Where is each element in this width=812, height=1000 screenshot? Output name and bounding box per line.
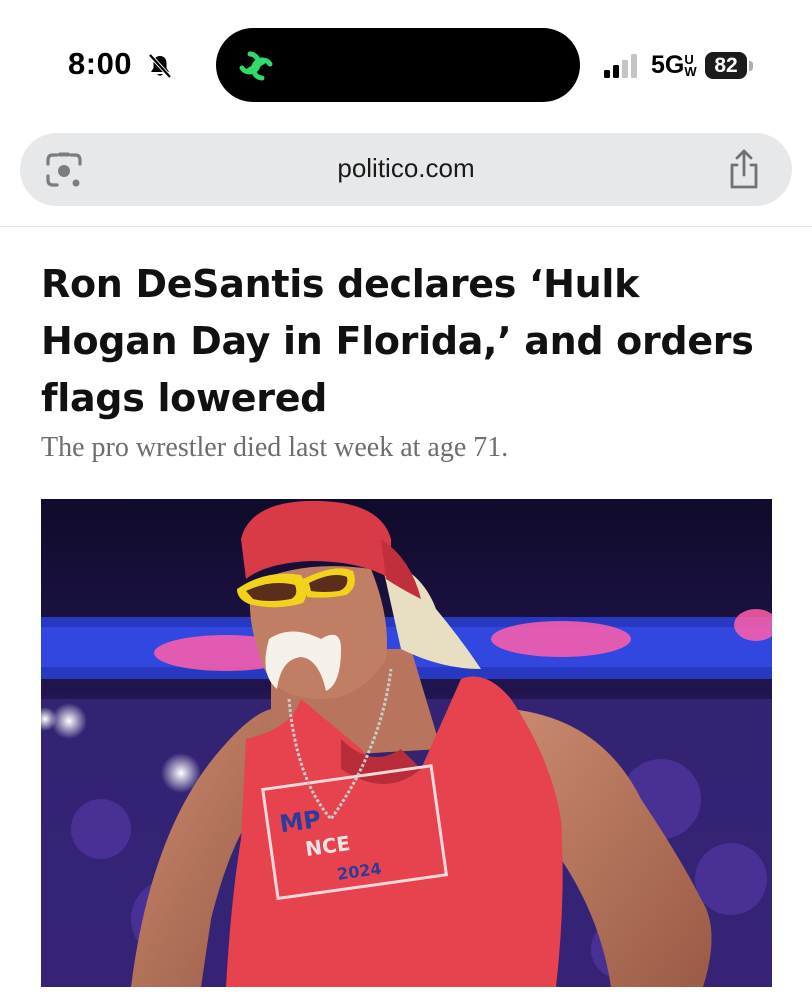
bell-muted-icon xyxy=(146,52,174,80)
shirt-print-line1: MP xyxy=(278,805,323,839)
toolbar-divider xyxy=(0,226,812,227)
status-bar: 8:00 5GUW 82 xyxy=(0,0,812,120)
battery-indicator: 82 xyxy=(705,52,747,79)
share-icon[interactable] xyxy=(724,147,764,191)
url-text[interactable]: politico.com xyxy=(20,133,792,206)
signal-icon xyxy=(603,53,643,79)
battery-tip xyxy=(749,61,753,71)
app-activity-icon[interactable] xyxy=(232,44,280,88)
network-indicator: 5GUW xyxy=(651,51,697,79)
article-subhead: The pro wrestler died last week at age 7… xyxy=(41,432,509,463)
address-bar[interactable]: politico.com xyxy=(20,133,792,206)
status-time: 8:00 xyxy=(68,46,133,81)
article-headline: Ron DeSantis declares ‘Hulk Hogan Day in… xyxy=(41,262,754,420)
article-hero-image[interactable]: MP NCE 2024 xyxy=(41,499,772,987)
